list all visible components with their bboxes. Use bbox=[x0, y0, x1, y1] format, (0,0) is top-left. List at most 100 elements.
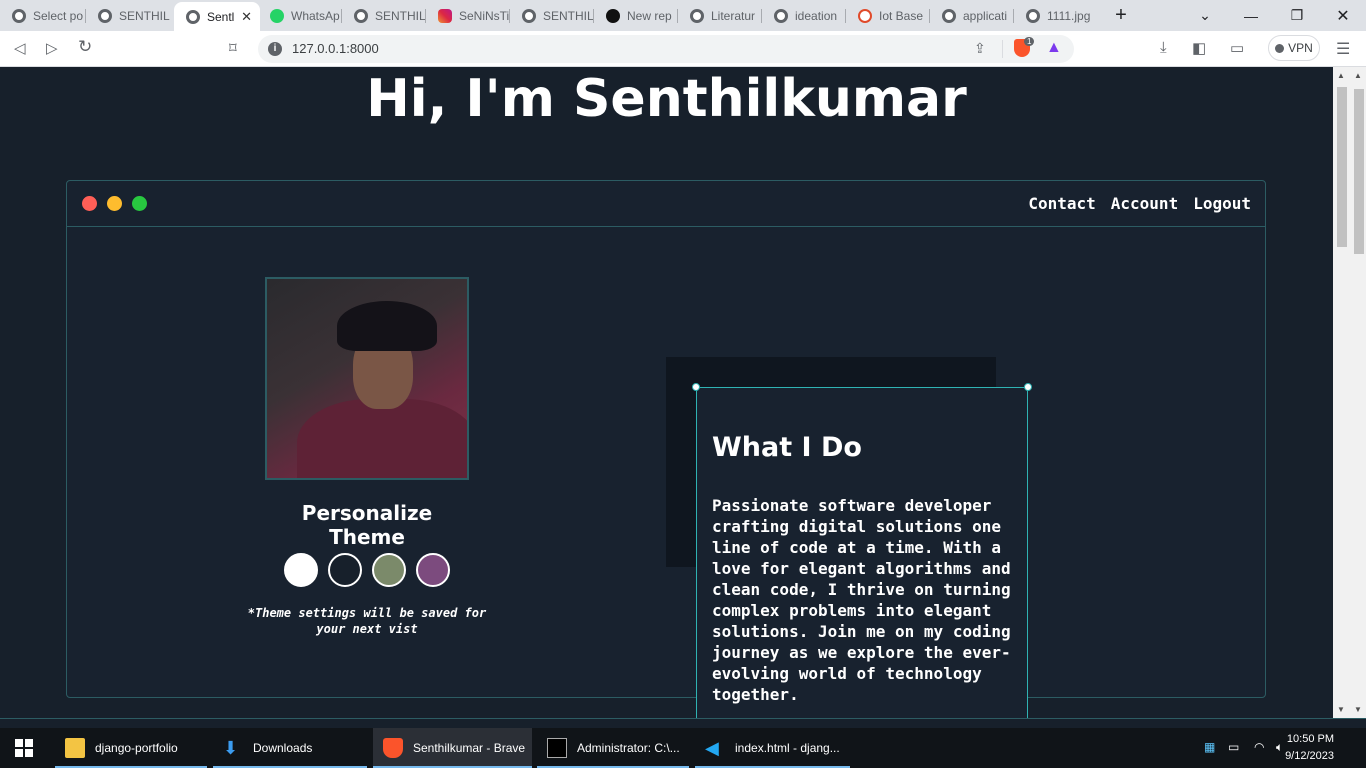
github-icon bbox=[606, 9, 620, 23]
address-bar[interactable]: i 127.0.0.1:8000 ⇪ 1 ▲ bbox=[258, 35, 1074, 63]
theme-swatch-white[interactable] bbox=[284, 553, 318, 587]
resize-handle[interactable] bbox=[1024, 383, 1032, 391]
brave-icon bbox=[858, 9, 872, 23]
tab-6[interactable]: SENTHIL bbox=[510, 3, 594, 29]
windows-taskbar: django-portfolio ⬇ Downloads Senthilkumar… bbox=[0, 728, 1366, 768]
globe-icon bbox=[690, 9, 704, 23]
outer-scrollbar[interactable]: ▲ ▼ bbox=[1350, 67, 1366, 718]
tab-10[interactable]: Iot Base bbox=[846, 3, 930, 29]
scroll-thumb[interactable] bbox=[1337, 87, 1347, 247]
network-app-icon[interactable]: ▦ bbox=[1204, 740, 1215, 754]
taskbar-item-downloads[interactable]: ⬇ Downloads bbox=[213, 728, 367, 768]
close-tab-icon[interactable]: ✕ bbox=[241, 9, 252, 25]
brave-rewards-icon[interactable]: ▲ bbox=[1046, 39, 1062, 57]
tab-7[interactable]: New rep bbox=[594, 3, 678, 29]
scroll-down-icon[interactable]: ▼ bbox=[1337, 705, 1345, 714]
tab-12[interactable]: 1111.jpg bbox=[1014, 3, 1098, 29]
globe-icon bbox=[942, 9, 956, 23]
taskbar-item-cmd[interactable]: Administrator: C:\... bbox=[537, 728, 689, 768]
maximize-button[interactable]: ❐ bbox=[1274, 0, 1320, 31]
scroll-thumb[interactable] bbox=[1354, 89, 1364, 254]
download-icon[interactable]: ⤓ bbox=[1160, 39, 1167, 56]
vpn-button[interactable]: VPN bbox=[1268, 35, 1320, 61]
hero-title: Hi, I'm Senthilkumar bbox=[366, 69, 967, 129]
taskbar-item-brave[interactable]: Senthilkumar - Brave bbox=[373, 728, 532, 768]
tab-label: Iot Base bbox=[879, 9, 924, 23]
card-title: What I Do bbox=[712, 432, 862, 463]
vpn-label: VPN bbox=[1288, 41, 1313, 55]
scroll-up-icon[interactable]: ▲ bbox=[1337, 71, 1345, 80]
page-viewport: Hi, I'm Senthilkumar Contact Account Log… bbox=[0, 67, 1333, 718]
tab-8[interactable]: Literatur bbox=[678, 3, 762, 29]
share-icon[interactable]: ⇪ bbox=[974, 40, 986, 57]
tab-label: New rep bbox=[627, 9, 672, 23]
system-clock[interactable]: 10:50 PM 9/12/2023 bbox=[1285, 731, 1334, 765]
tab-2-active[interactable]: Sentl ✕ bbox=[174, 2, 260, 31]
nav-contact-link[interactable]: Contact bbox=[1028, 194, 1095, 213]
theme-swatch-purple[interactable] bbox=[416, 553, 450, 587]
close-window-button[interactable]: ✕ bbox=[1320, 0, 1366, 31]
tab-label: SENTHIL bbox=[119, 9, 170, 23]
tab-label: applicati bbox=[963, 9, 1008, 23]
taskbar-item-vscode[interactable]: ◀ index.html - djang... bbox=[695, 728, 850, 768]
nav-logout-link[interactable]: Logout bbox=[1193, 194, 1251, 213]
theme-swatch-green[interactable] bbox=[372, 553, 406, 587]
tab-label: WhatsAp bbox=[291, 9, 340, 23]
sidebar-icon[interactable]: ◧ bbox=[1192, 39, 1206, 57]
close-dot-icon bbox=[82, 196, 97, 211]
site-info-icon[interactable]: i bbox=[268, 42, 282, 56]
tab-9[interactable]: ideation bbox=[762, 3, 846, 29]
what-i-do-card: What I Do Passionate software developer … bbox=[692, 383, 1032, 718]
tab-strip: Select po SENTHIL Sentl ✕ WhatsAp SENTHIL… bbox=[0, 0, 1366, 31]
forward-icon[interactable]: ▷ bbox=[46, 39, 58, 57]
resize-handle[interactable] bbox=[692, 383, 700, 391]
back-icon[interactable]: ◁ bbox=[14, 39, 26, 57]
tab-label: Literatur bbox=[711, 9, 756, 23]
taskbar-label: Administrator: C:\... bbox=[577, 741, 680, 755]
minimize-dot-icon bbox=[107, 196, 122, 211]
tab-11[interactable]: applicati bbox=[930, 3, 1014, 29]
tab-5[interactable]: SeNiNsTi bbox=[426, 3, 510, 29]
wallet-icon[interactable]: ▭ bbox=[1230, 39, 1244, 57]
minimize-button[interactable]: — bbox=[1228, 0, 1274, 31]
vscode-icon: ◀ bbox=[705, 738, 719, 758]
windows-icon bbox=[15, 739, 33, 757]
new-tab-button[interactable]: + bbox=[1098, 0, 1144, 31]
profile-photo bbox=[265, 277, 469, 480]
tab-3[interactable]: WhatsAp bbox=[258, 3, 342, 29]
tab-label: Sentl bbox=[207, 9, 235, 24]
clock-date: 9/12/2023 bbox=[1285, 750, 1334, 762]
vpn-status-icon bbox=[1275, 43, 1285, 53]
terminal-icon bbox=[547, 738, 567, 758]
globe-icon bbox=[774, 9, 788, 23]
clock-time: 10:50 PM bbox=[1286, 733, 1334, 745]
personalize-theme-title: Personalize Theme bbox=[301, 501, 433, 549]
taskbar-item-folder[interactable]: django-portfolio bbox=[55, 728, 207, 768]
taskbar-label: Downloads bbox=[253, 741, 313, 755]
volume-muted-icon[interactable]: 🔈︎ bbox=[1276, 740, 1283, 755]
reload-icon[interactable]: ↻ bbox=[78, 37, 92, 57]
taskbar-label: index.html - djang... bbox=[735, 741, 840, 755]
tab-label: 1111.jpg bbox=[1047, 9, 1091, 23]
tab-0[interactable]: Select po bbox=[0, 3, 86, 29]
url-text[interactable]: 127.0.0.1:8000 bbox=[292, 41, 379, 56]
vertical-scrollbar[interactable]: ▲ ▼ bbox=[1333, 67, 1350, 718]
bookmark-icon[interactable]: ⌑ bbox=[229, 39, 237, 57]
nav-account-link[interactable]: Account bbox=[1111, 194, 1178, 213]
shield-count-badge: 1 bbox=[1024, 37, 1035, 46]
wifi-icon[interactable]: ◠ bbox=[1254, 740, 1264, 754]
card-description: Passionate software developer crafting d… bbox=[712, 496, 1011, 704]
nav-menu: Contact Account Logout bbox=[1028, 194, 1251, 213]
globe-icon bbox=[522, 9, 536, 23]
scroll-down-icon[interactable]: ▼ bbox=[1354, 705, 1362, 714]
tab-search-chevron-icon[interactable]: ⌄ bbox=[1182, 0, 1228, 31]
menu-icon[interactable]: ☰ bbox=[1336, 39, 1350, 59]
start-button[interactable] bbox=[4, 728, 44, 768]
maximize-dot-icon bbox=[132, 196, 147, 211]
theme-swatch-dark[interactable] bbox=[328, 553, 362, 587]
battery-icon[interactable]: ▭ bbox=[1228, 740, 1239, 754]
scroll-up-icon[interactable]: ▲ bbox=[1354, 71, 1362, 80]
globe-icon bbox=[186, 9, 200, 24]
tab-4[interactable]: SENTHIL bbox=[342, 3, 426, 29]
tab-1[interactable]: SENTHIL bbox=[86, 3, 172, 29]
